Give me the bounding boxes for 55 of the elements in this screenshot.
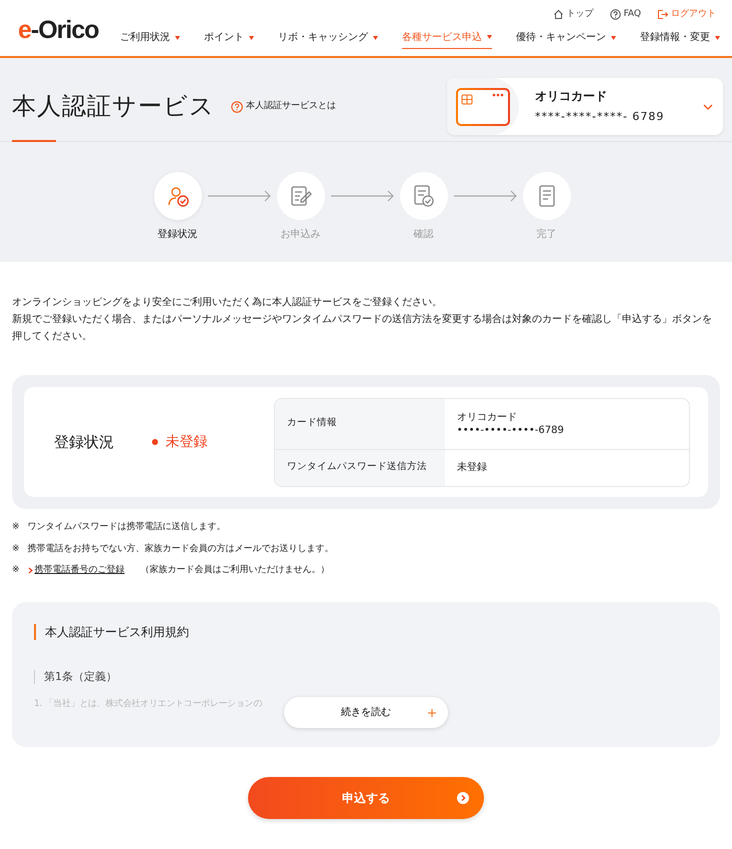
step-label: 完了 xyxy=(536,228,556,242)
chevron-down-icon xyxy=(703,104,713,110)
note-text: ワンタイムパスワードは携帯電話に送信します。 xyxy=(28,521,226,534)
step-arrow-icon xyxy=(454,190,516,202)
note-mark: ※ xyxy=(12,521,20,534)
dropdown-caret-icon xyxy=(249,36,254,40)
logo[interactable]: e-Orico xyxy=(18,12,99,56)
plus-icon xyxy=(428,708,436,716)
card-number: ****-****-****- 6789 xyxy=(535,109,664,126)
chevron-circle-icon xyxy=(457,792,469,804)
intro-text: 新規でご登録いただく場合、またはパーソナルメッセージやワンタイムパスワードの送信方法を変更する場合は対象のカードを確認し「申込する」ボタンを押してください。 xyxy=(12,312,713,344)
terms-article: 第1条（定義） xyxy=(34,670,698,684)
top-link[interactable]: トップ xyxy=(552,8,594,22)
nav-tab[interactable]: リボ・キャッシング xyxy=(278,30,378,48)
terms-title: 本人認証サービス利用規約 xyxy=(34,624,698,640)
note-mark: ※ xyxy=(12,564,20,577)
dropdown-caret-icon xyxy=(611,36,616,40)
top-link[interactable]: FAQ xyxy=(610,8,641,22)
status-label: 登録状況 xyxy=(54,432,115,453)
document-check-icon xyxy=(412,184,436,208)
status-value: 未登録 xyxy=(166,432,208,452)
nav-tab[interactable]: ポイント xyxy=(204,30,254,48)
note-mark: ※ xyxy=(12,542,20,556)
table-cell-text: オリコカード ••••-••••-••••-6789 xyxy=(456,410,565,438)
nav-tab[interactable]: 登録情報・変更 xyxy=(640,30,720,48)
help-icon xyxy=(610,9,621,20)
logout-icon xyxy=(657,9,668,20)
dropdown-caret-icon xyxy=(175,36,180,40)
dropdown-caret-icon xyxy=(487,35,492,39)
step-arrow-icon xyxy=(208,190,270,202)
help-link[interactable]: 本人認証サービスとは xyxy=(231,100,336,114)
home-icon xyxy=(552,9,564,20)
table-cell-text: 未登録 xyxy=(456,460,488,475)
step-arrow-icon xyxy=(330,190,394,202)
table-header-cell: カード情報 xyxy=(274,398,445,448)
step-label: お申込み xyxy=(280,228,320,242)
page-title: 本人認証サービス xyxy=(12,92,215,121)
dropdown-caret-icon xyxy=(715,36,720,40)
document-edit-icon xyxy=(288,184,312,208)
nav-tab[interactable]: ご利用状況 xyxy=(120,30,180,48)
nav-tab[interactable]: 優待・キャンペーン xyxy=(516,30,616,48)
step-label: 登録状況 xyxy=(158,228,198,242)
card-selector[interactable]: オリコカード ****-****-****- 6789 xyxy=(447,78,723,135)
dropdown-caret-icon xyxy=(373,36,378,40)
card-name: オリコカード xyxy=(535,88,608,106)
help-icon xyxy=(231,100,243,112)
table-header-cell: ワンタイムパスワード送信方法 xyxy=(274,450,445,486)
card-icon xyxy=(456,88,510,126)
note-text: 携帯電話をお持ちでない方、家族カード会員の方はメールでお送りします。 xyxy=(28,542,334,556)
chevron-right-icon xyxy=(28,567,33,574)
note-text: （家族カード会員はご利用いただけません。） xyxy=(140,564,330,577)
read-more-button[interactable]: 続きを読む xyxy=(284,697,448,728)
intro-text: オンラインショッピングをより安全にご利用いただく為に本人認証サービスをご登録ください。 xyxy=(12,296,443,310)
phone-registration-link[interactable]: 携帯電話番号のご登録 xyxy=(28,564,125,578)
step-label: 確認 xyxy=(414,228,434,242)
